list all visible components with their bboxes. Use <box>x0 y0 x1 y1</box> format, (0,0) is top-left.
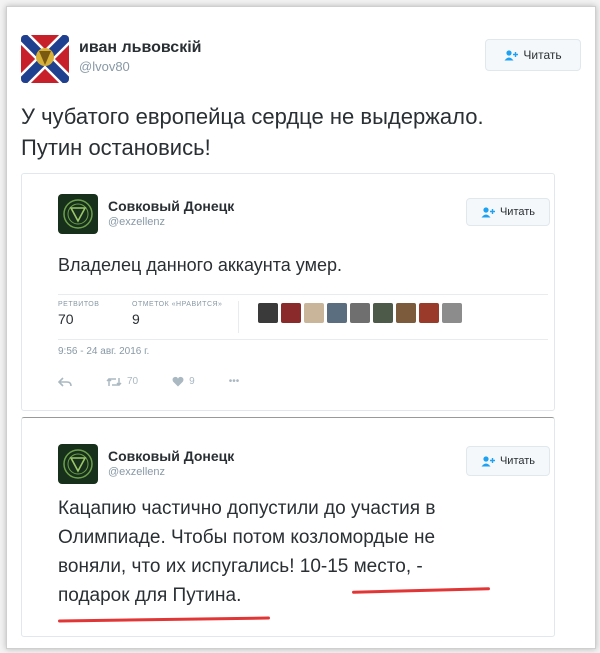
likes-count: 9 <box>132 311 140 327</box>
author-handle[interactable]: @lvov80 <box>79 59 202 74</box>
tweet-stats: РЕТВИТОВ 70 ОТМЕТОК «НРАВИТСЯ» 9 <box>58 294 548 340</box>
liker-avatar[interactable] <box>304 303 324 323</box>
author-name[interactable]: Совковый Донецк <box>108 448 234 464</box>
red-underline <box>57 616 271 623</box>
quoted-tweet-card[interactable]: Совковый Донецк @exzellenz Читать Кацапи… <box>21 417 555 637</box>
author-block: Совковый Донецк @exzellenz <box>108 448 234 478</box>
more-icon: ••• <box>228 376 240 387</box>
tweet-line-3-start: воняли, что их испугались! <box>58 556 300 577</box>
reply-button[interactable] <box>58 376 72 387</box>
author-block: иван львовскій @lvov80 <box>79 39 202 74</box>
retweets-count: 70 <box>58 311 74 327</box>
follow-button[interactable]: Читать <box>485 39 581 71</box>
avatar[interactable] <box>58 444 98 484</box>
tweet-line-4-end: . <box>236 585 242 606</box>
novorossiya-flag-icon <box>21 35 69 83</box>
tweet-line-4: подарок для Путина. <box>58 581 548 610</box>
retweets-stat[interactable]: РЕТВИТОВ 70 <box>58 301 99 327</box>
follow-button[interactable]: Читать <box>466 446 550 476</box>
tweet-line-1: Кацапию частично допустили до участия в <box>58 498 436 519</box>
avatar[interactable] <box>58 194 98 234</box>
tweet-text: Кацапию частично допустили до участия в … <box>58 494 548 610</box>
tweet-timestamp[interactable]: 9:56 - 24 авг. 2016 г. <box>58 346 149 357</box>
tweet-actions: 70 9 ••• <box>58 376 273 387</box>
screenshot-frame: иван львовскій @lvov80 Читать У чубатого… <box>6 6 596 649</box>
main-tweet-line-1: У чубатого европейца сердце не выдержало… <box>21 104 484 129</box>
follow-label: Читать <box>499 206 536 218</box>
emblem-icon <box>58 444 98 484</box>
highlighted-place: 10-15 место <box>299 556 406 577</box>
main-tweet-text: У чубатого европейца сердце не выдержало… <box>21 101 581 163</box>
author-name[interactable]: Совковый Донецк <box>108 198 234 214</box>
liker-avatar[interactable] <box>258 303 278 323</box>
author-name[interactable]: иван львовскій <box>79 39 202 57</box>
author-handle[interactable]: @exzellenz <box>108 216 234 228</box>
likes-label: ОТМЕТОК «НРАВИТСЯ» <box>132 301 223 308</box>
reply-icon <box>58 376 72 387</box>
stats-divider <box>238 301 239 333</box>
likers-avatars <box>258 303 462 323</box>
more-button[interactable]: ••• <box>229 376 240 387</box>
emblem-icon <box>58 194 98 234</box>
tweet-line-3-end: , - <box>405 556 423 577</box>
likes-stat[interactable]: ОТМЕТОК «НРАВИТСЯ» 9 <box>132 301 222 327</box>
heart-icon <box>172 376 184 387</box>
like-count: 9 <box>189 376 195 387</box>
avatar[interactable] <box>21 35 69 83</box>
tweet-line-3: воняли, что их испугались! 10-15 место, … <box>58 552 548 581</box>
liker-avatar[interactable] <box>373 303 393 323</box>
main-tweet-header: иван львовскій @lvov80 Читать <box>21 31 581 91</box>
liker-avatar[interactable] <box>442 303 462 323</box>
liker-avatar[interactable] <box>281 303 301 323</box>
main-tweet-line-2: Путин остановись! <box>21 135 211 160</box>
retweet-icon <box>106 377 122 386</box>
add-user-icon <box>504 49 519 60</box>
tweet-line-2: Олимпиаде. Чтобы потом козломордые не <box>58 527 436 548</box>
add-user-icon <box>481 455 495 466</box>
add-user-icon <box>481 206 495 217</box>
quoted-tweet-card[interactable]: Совковый Донецк @exzellenz Читать Владел… <box>21 173 555 411</box>
liker-avatar[interactable] <box>419 303 439 323</box>
tweet-text: Владелец данного аккаунта умер. <box>58 255 343 275</box>
author-block: Совковый Донецк @exzellenz <box>108 198 234 228</box>
liker-avatar[interactable] <box>396 303 416 323</box>
author-handle[interactable]: @exzellenz <box>108 466 234 478</box>
follow-label: Читать <box>499 455 536 467</box>
like-button[interactable]: 9 <box>172 376 195 387</box>
liker-avatar[interactable] <box>350 303 370 323</box>
follow-label: Читать <box>523 48 562 62</box>
retweet-count: 70 <box>127 376 139 387</box>
follow-button[interactable]: Читать <box>466 198 550 226</box>
retweet-button[interactable]: 70 <box>106 376 138 387</box>
liker-avatar[interactable] <box>327 303 347 323</box>
retweets-label: РЕТВИТОВ <box>58 301 100 308</box>
highlighted-gift: подарок для Путина <box>58 585 237 606</box>
